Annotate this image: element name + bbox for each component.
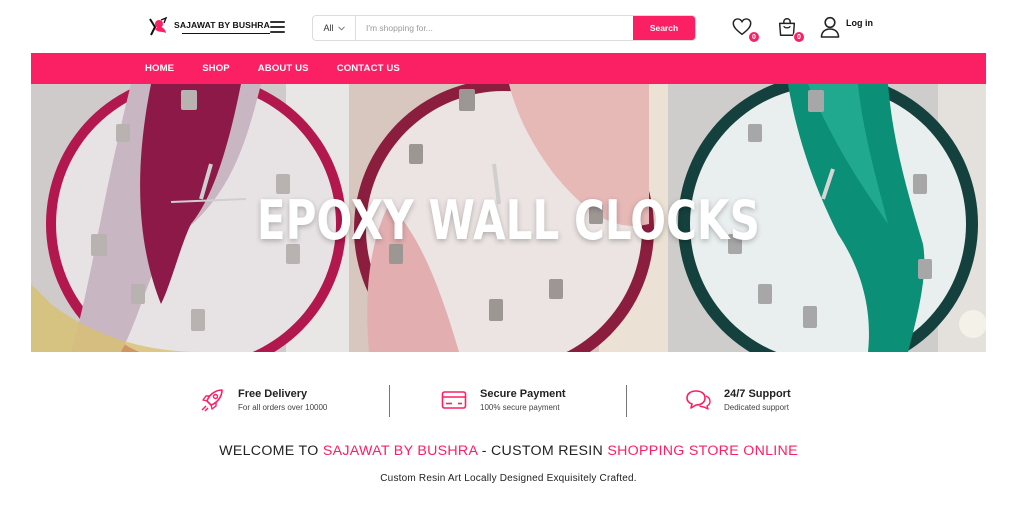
feature-support: 24/7 Support Dedicated support xyxy=(684,382,791,422)
search-bar: All Search xyxy=(312,15,696,41)
tagline: Custom Resin Art Locally Designed Exquis… xyxy=(380,473,637,484)
welcome-heading: WELCOME TO SAJAWAT BY BUSHRA - CUSTOM RE… xyxy=(0,443,1017,459)
chevron-down-icon xyxy=(337,25,345,31)
nav-item-home[interactable]: HOME xyxy=(145,63,174,74)
feature-secure-payment: Secure Payment 100% secure payment xyxy=(440,382,566,422)
search-category-select[interactable]: All xyxy=(313,16,356,40)
welcome-brand-text: SAJAWAT BY BUSHRA xyxy=(322,443,478,459)
login-link[interactable]: Log in xyxy=(820,16,873,38)
features-row: Free Delivery For all orders over 10000 … xyxy=(0,382,1017,422)
feature-subtitle: For all orders over 10000 xyxy=(238,403,328,412)
welcome-text-2: - CUSTOM RESIN xyxy=(477,443,608,459)
feature-divider xyxy=(626,385,627,417)
wishlist-button[interactable]: 0 xyxy=(731,16,760,43)
search-button[interactable]: Search xyxy=(633,16,695,40)
wishlist-count-badge: 0 xyxy=(748,31,760,43)
feature-subtitle: Dedicated support xyxy=(724,403,789,412)
chat-icon xyxy=(686,390,711,410)
welcome-store-text: SHOPPING STORE ONLINE xyxy=(607,443,798,459)
site-header: SAJAWAT BY BUSHRA All Search 0 0 Log in xyxy=(0,0,1017,53)
cart-button[interactable]: 0 xyxy=(776,16,805,43)
menu-hamburger-icon[interactable] xyxy=(270,21,285,33)
credit-card-icon xyxy=(441,391,467,409)
nav-item-shop[interactable]: SHOP xyxy=(202,63,230,74)
cart-count-badge: 0 xyxy=(793,31,805,43)
feature-title: Free Delivery xyxy=(238,388,308,400)
feature-subtitle: 100% secure payment xyxy=(480,403,560,412)
user-icon xyxy=(820,16,840,38)
logo-text: SAJAWAT BY BUSHRA xyxy=(174,20,270,34)
banner-title: EPOXY WALL CLOCKS xyxy=(256,189,760,252)
feature-divider xyxy=(389,385,390,417)
main-nav: HOME SHOP ABOUT US CONTACT US xyxy=(31,53,986,84)
search-input[interactable] xyxy=(356,16,633,40)
logo[interactable]: SAJAWAT BY BUSHRA xyxy=(146,14,270,40)
hero-banner[interactable]: EPOXY WALL CLOCKS xyxy=(31,84,986,352)
nav-item-contact-us[interactable]: CONTACT US xyxy=(337,63,400,74)
feature-title: Secure Payment xyxy=(480,388,566,400)
nav-item-about-us[interactable]: ABOUT US xyxy=(258,63,309,74)
feature-title: 24/7 Support xyxy=(724,388,791,400)
feature-free-delivery: Free Delivery For all orders over 10000 xyxy=(198,382,327,422)
rocket-icon xyxy=(201,389,223,412)
search-category-value: All xyxy=(323,23,334,33)
logo-mark-icon xyxy=(149,16,168,36)
welcome-text-1: WELCOME TO xyxy=(219,443,323,459)
login-label: Log in xyxy=(846,18,873,28)
